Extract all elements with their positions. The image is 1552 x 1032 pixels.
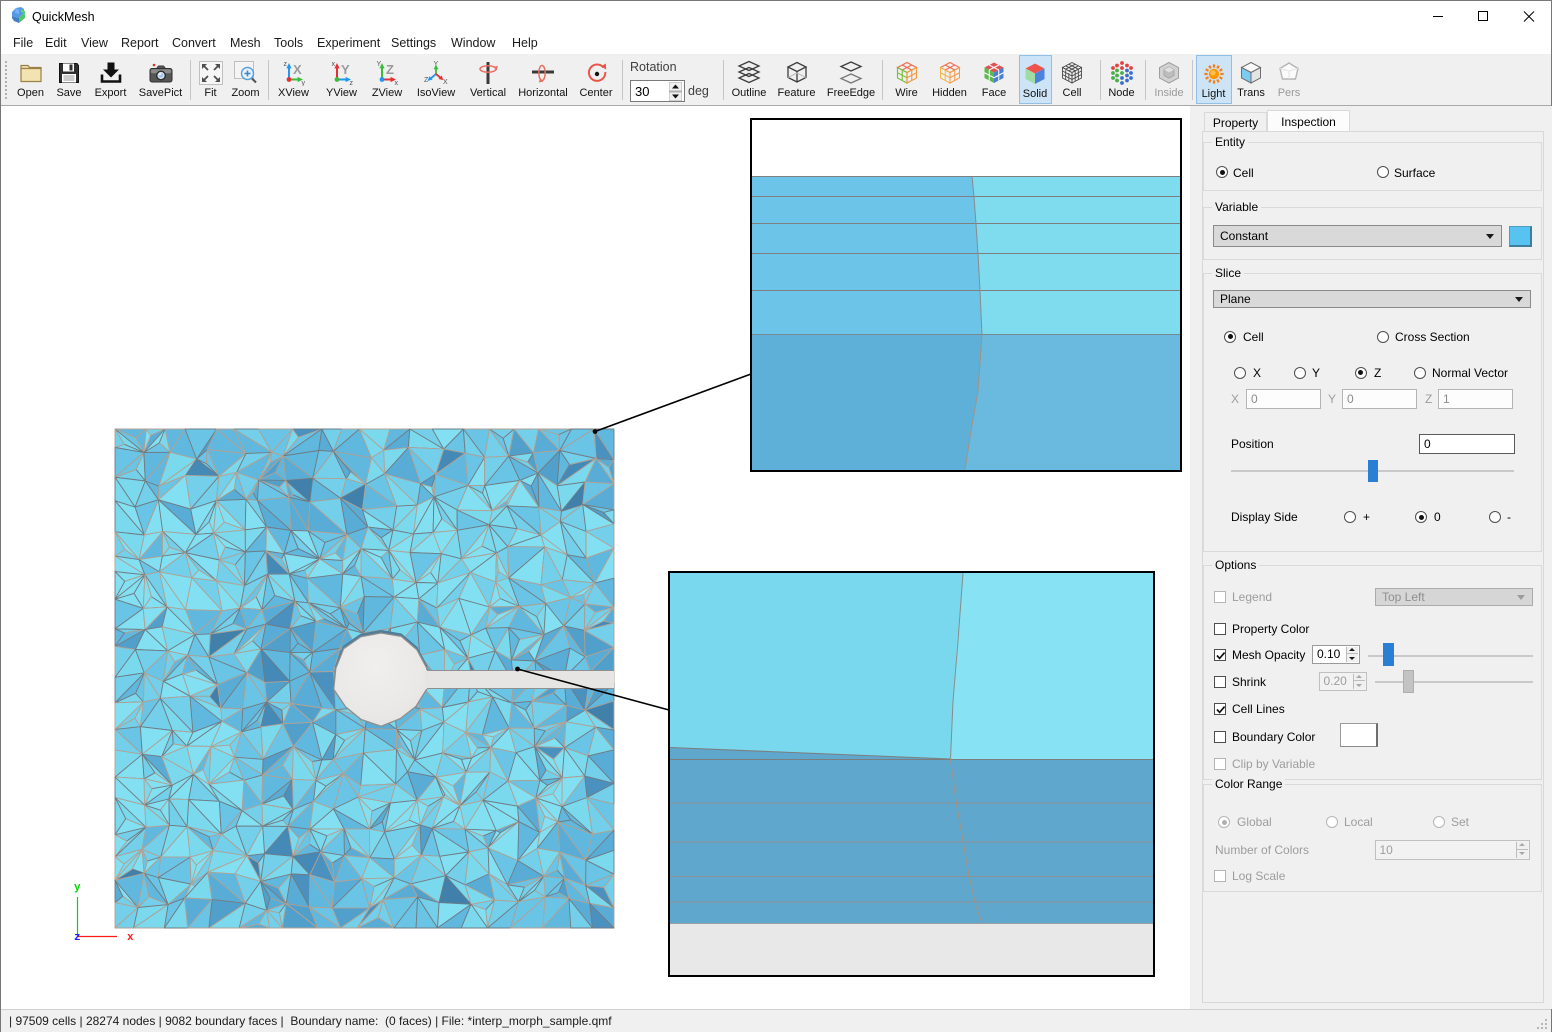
svg-text:Y: Y xyxy=(341,62,350,77)
svg-text:Z: Z xyxy=(386,62,394,77)
svg-text:y: y xyxy=(74,882,81,894)
svg-text:X: X xyxy=(443,79,448,86)
svg-text:z: z xyxy=(283,61,287,68)
svg-text:x: x xyxy=(395,80,399,86)
svg-text:Z: Z xyxy=(424,77,429,84)
svg-text:x: x xyxy=(331,61,335,68)
svg-text:X: X xyxy=(293,62,302,77)
svg-text:x: x xyxy=(127,932,134,944)
svg-text:y: y xyxy=(301,80,305,86)
svg-text:z: z xyxy=(74,932,81,944)
svg-text:z: z xyxy=(349,80,353,86)
